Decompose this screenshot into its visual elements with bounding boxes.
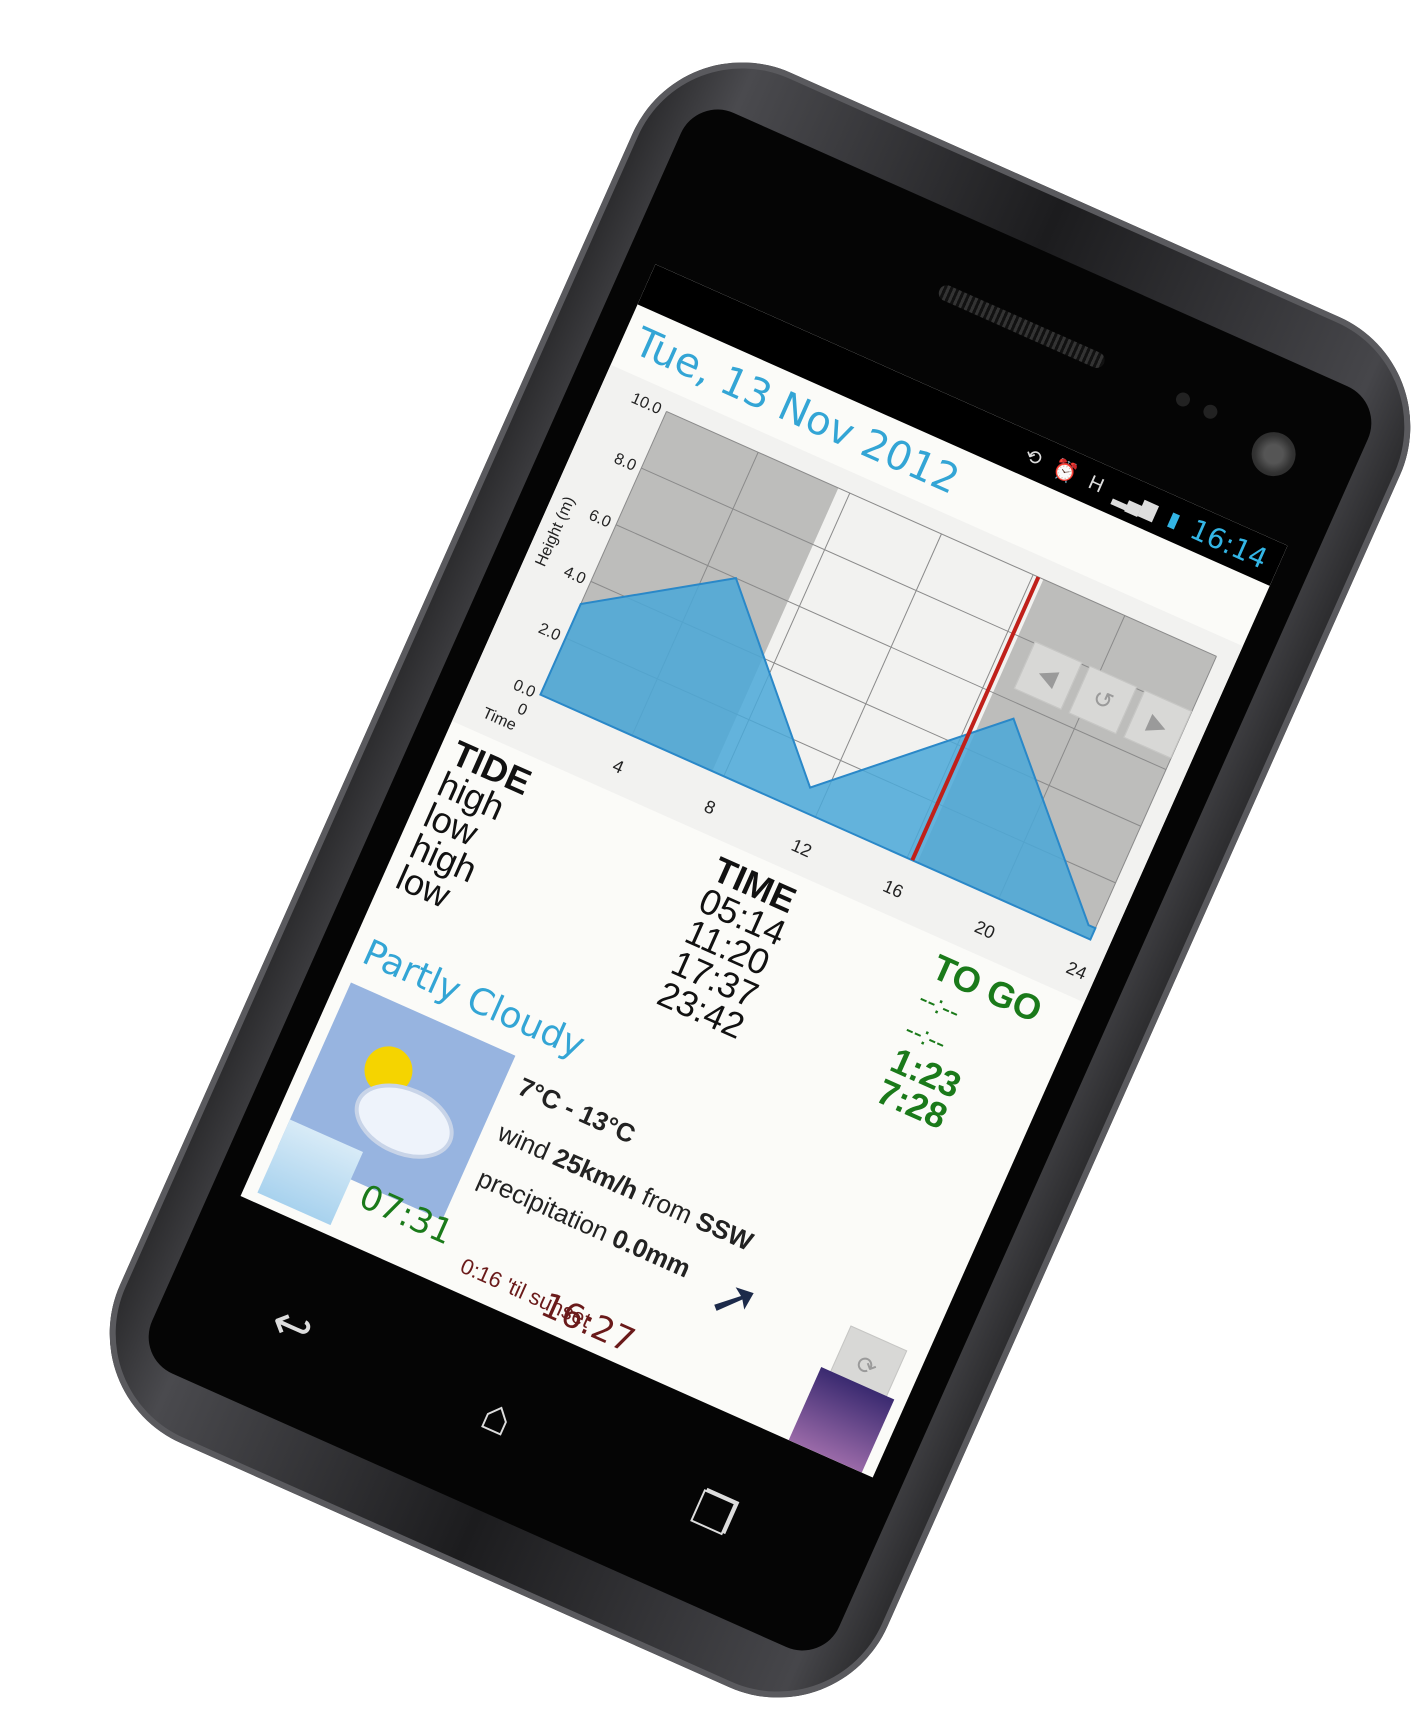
y-tick-label: 4.0 [561, 563, 588, 588]
network-type: H [1085, 471, 1108, 498]
back-icon[interactable]: ↩ [262, 1293, 322, 1361]
x-tick-label: 20 [972, 917, 998, 943]
wind-direction: SSW [691, 1205, 758, 1257]
sunset-countdown: 0:16 'til sunset [456, 1253, 595, 1333]
y-tick-label: 6.0 [586, 507, 613, 532]
y-tick-label: 2.0 [536, 620, 563, 645]
x-tick-label: 12 [788, 835, 814, 861]
x-tick-label: 16 [880, 876, 906, 902]
y-tick-label: 8.0 [611, 450, 638, 475]
home-icon[interactable]: ⌂ [473, 1386, 522, 1448]
phone-body: ⟲ ⏰ H ▂▄▆ ▮ 16:14 Tue, 13 Nov 2012 10.0 8… [71, 24, 1417, 1736]
wind-mid: from [630, 1178, 704, 1233]
earpiece-speaker [936, 282, 1108, 371]
y-axis-label: Height (m) [533, 494, 579, 569]
signal-icon: ▂▄▆ [1110, 483, 1161, 522]
x-axis-label: Time [480, 705, 519, 735]
proximity-sensor [1173, 390, 1193, 409]
y-tick-label: 0.0 [511, 677, 538, 702]
x-tick-label: 8 [701, 796, 718, 818]
status-clock: 16:14 [1185, 512, 1273, 576]
precip-value: 0.0mm [607, 1222, 696, 1284]
x-tick-label: 24 [1063, 957, 1089, 983]
screen: ⟲ ⏰ H ▂▄▆ ▮ 16:14 Tue, 13 Nov 2012 10.0 8… [240, 264, 1288, 1478]
phone: ⟲ ⏰ H ▂▄▆ ▮ 16:14 Tue, 13 Nov 2012 10.0 8… [0, 0, 1417, 1736]
battery-icon: ▮ [1164, 507, 1184, 533]
light-sensor [1201, 402, 1220, 421]
recent-apps-icon[interactable]: ❐ [683, 1480, 745, 1549]
wind-speed: 25km/h [548, 1141, 643, 1206]
y-zero-label: 0 [515, 700, 530, 719]
phone-glass: ⟲ ⏰ H ▂▄▆ ▮ 16:14 Tue, 13 Nov 2012 10.0 8… [135, 96, 1385, 1664]
wind-arrow-icon: ➚ [700, 1260, 770, 1337]
y-tick-label: 10.0 [628, 390, 663, 418]
alarm-icon: ⏰ [1049, 456, 1081, 487]
rotate-icon: ⟲ [1021, 443, 1046, 471]
front-camera [1244, 425, 1303, 484]
x-tick-label: 4 [610, 755, 627, 777]
